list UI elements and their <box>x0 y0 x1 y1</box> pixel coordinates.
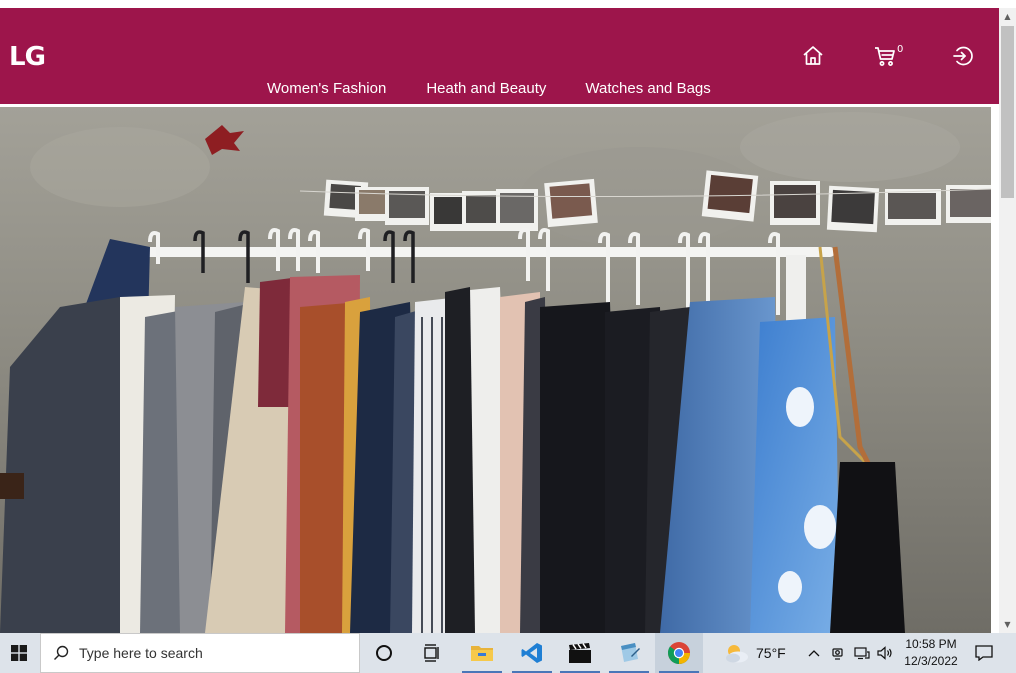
clock-date: 12/3/2022 <box>904 654 958 668</box>
meet-now-icon[interactable] <box>827 633 849 673</box>
logout-icon[interactable] <box>951 44 975 68</box>
scroll-down-arrow-icon[interactable]: ▼ <box>999 616 1016 633</box>
site-header: LG 0 Women's Fashion Heath and Beauty Wa… <box>0 8 999 104</box>
hero-banner <box>0 107 991 633</box>
scroll-up-arrow-icon[interactable]: ▲ <box>999 8 1016 25</box>
video-editor-icon[interactable] <box>556 633 604 673</box>
cortana-icon[interactable] <box>360 633 408 673</box>
windows-start-icon[interactable] <box>0 633 38 673</box>
taskbar-clock[interactable]: 10:58 PM 12/3/2022 <box>900 636 962 670</box>
task-view-icon[interactable] <box>408 633 456 673</box>
nav-womens-fashion[interactable]: Women's Fashion <box>250 78 403 102</box>
weather-temperature: 75°F <box>756 645 786 661</box>
nav-watches-bags[interactable]: Watches and Bags <box>563 78 727 102</box>
home-icon[interactable] <box>801 44 825 68</box>
file-explorer-icon[interactable] <box>458 633 506 673</box>
search-placeholder: Type here to search <box>79 645 203 661</box>
weather-widget[interactable]: 75°F <box>718 633 800 673</box>
cart-count-badge: 0 <box>897 44 904 55</box>
notepad-icon[interactable] <box>605 633 653 673</box>
site-logo[interactable]: LG <box>9 42 46 72</box>
notification-center-icon[interactable] <box>966 633 1002 673</box>
volume-icon[interactable] <box>874 633 896 673</box>
clock-time: 10:58 PM <box>905 637 957 651</box>
browser-viewport: LG 0 Women's Fashion Heath and Beauty Wa… <box>0 0 1016 633</box>
search-icon <box>53 645 69 661</box>
windows-taskbar: Type here to search 75°F 10:58 PM 12/3/2… <box>0 633 1016 673</box>
page-scrollbar[interactable]: ▲ ▼ <box>999 8 1016 633</box>
network-icon[interactable] <box>851 633 873 673</box>
clothes-rack-photo <box>0 107 991 633</box>
vscode-icon[interactable] <box>508 633 556 673</box>
partly-cloudy-icon <box>722 642 750 664</box>
taskbar-search-box[interactable]: Type here to search <box>40 633 360 673</box>
category-nav: Women's Fashion Heath and Beauty Watches… <box>250 78 728 102</box>
chrome-icon[interactable] <box>655 633 703 673</box>
nav-health-beauty[interactable]: Heath and Beauty <box>403 78 563 102</box>
scroll-thumb[interactable] <box>1001 26 1014 198</box>
show-hidden-icons-chevron-icon[interactable] <box>803 633 825 673</box>
cart-icon[interactable] <box>873 44 897 68</box>
